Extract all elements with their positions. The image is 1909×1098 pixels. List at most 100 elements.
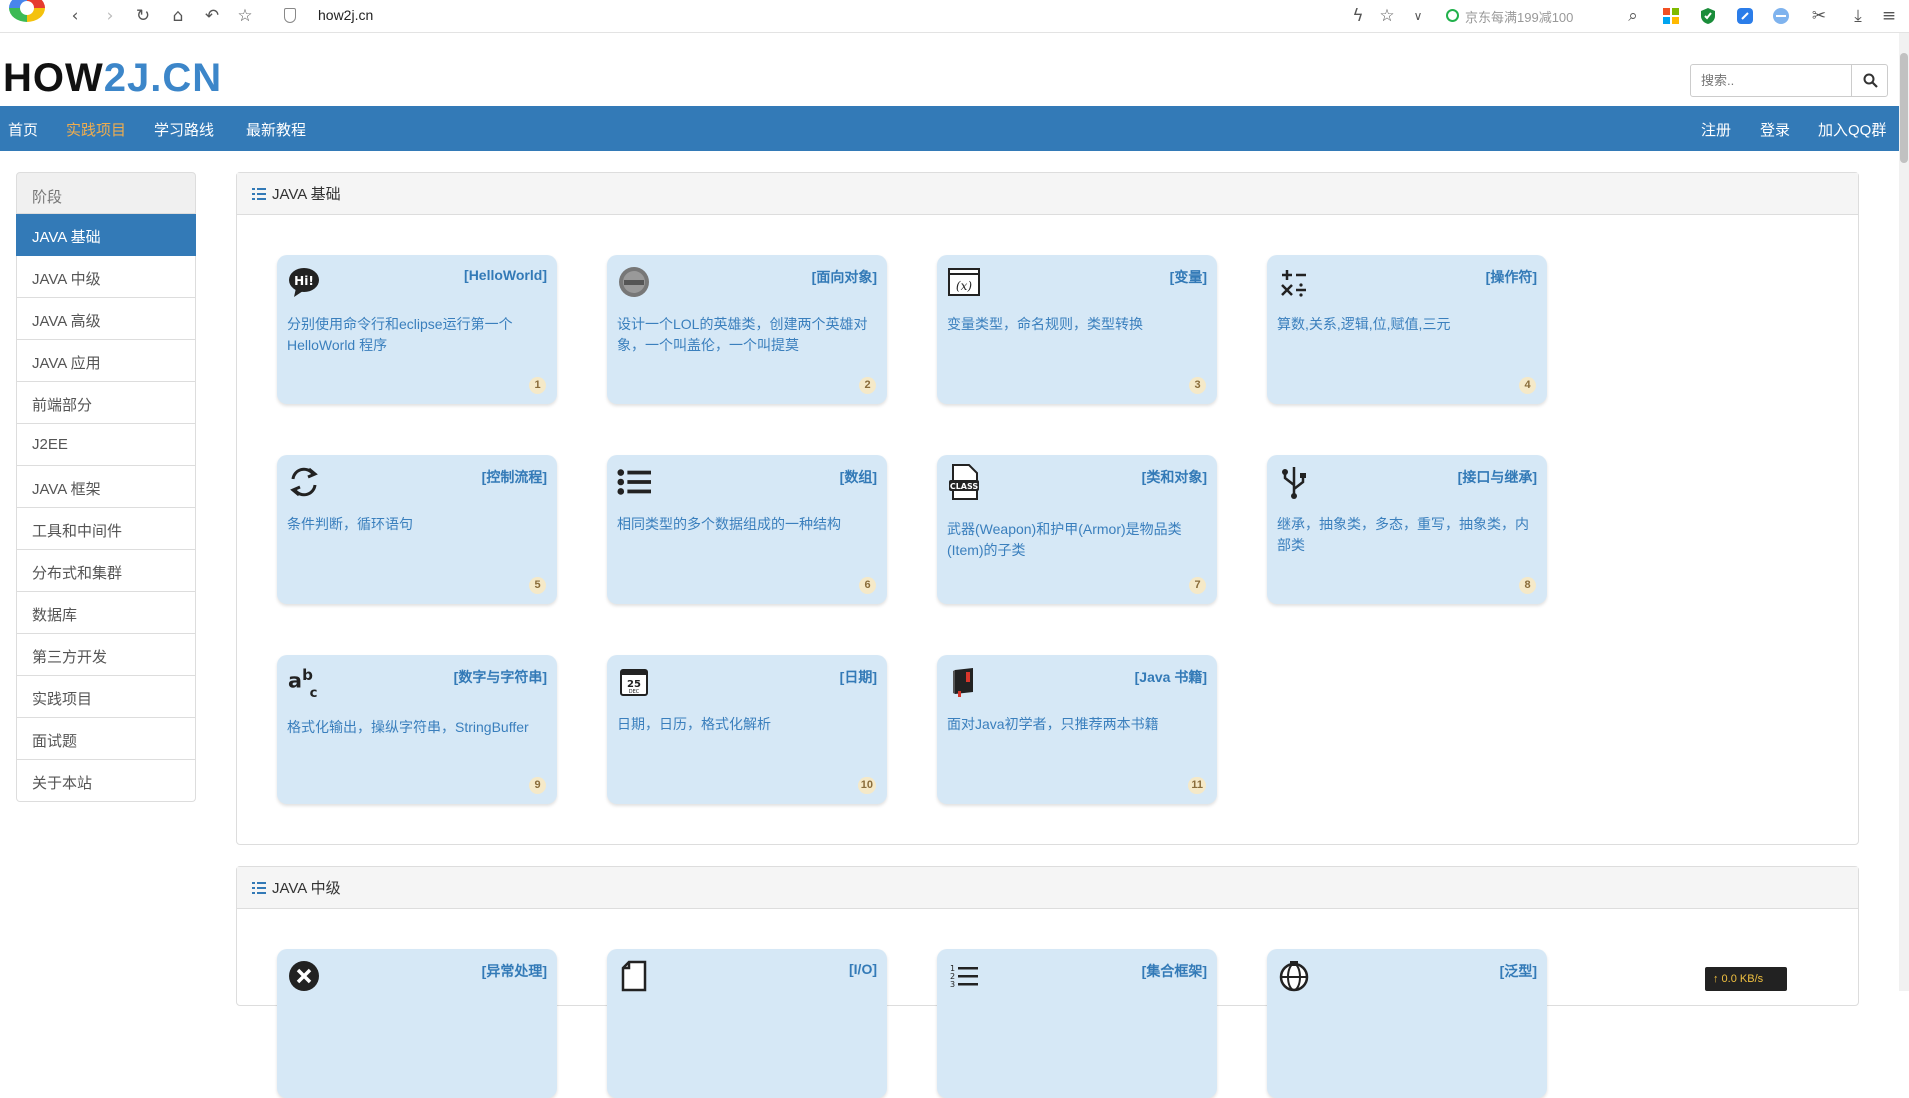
apps-grid-icon[interactable] [1658, 4, 1684, 28]
card-number-badge: 3 [1189, 377, 1206, 394]
extension-blue-icon[interactable] [1732, 4, 1758, 28]
card-helloworld[interactable]: Hi! [HelloWorld] 分别使用命令行和eclipse运行第一个Hel… [277, 255, 557, 404]
sidebar-item-java-basics[interactable]: JAVA 基础 [16, 214, 196, 256]
card-interfaces-inheritance[interactable]: [接口与继承] 继承，抽象类，多态，重写，抽象类，内部类 8 [1267, 455, 1547, 604]
card-exception-handling[interactable]: [异常处理] [277, 949, 557, 1098]
card-dates[interactable]: 25 DEC [日期] 日期，日历，格式化解析 10 [607, 655, 887, 804]
green-shield-icon[interactable] [1695, 4, 1721, 28]
promo-circle-icon [1446, 9, 1459, 22]
section-header: JAVA 基础 [237, 173, 1858, 215]
security-shield-icon[interactable] [284, 8, 296, 23]
card-tag: [数字与字符串] [453, 669, 547, 685]
nav-login[interactable]: 登录 [1760, 119, 1790, 140]
sidebar-item-database[interactable]: 数据库 [16, 592, 196, 634]
nav-practice-projects[interactable]: 实践项目 [66, 119, 126, 140]
class-file-icon: CLASS [947, 464, 981, 500]
main-nav: 首页 实践项目 学习路线 最新教程 注册 登录 加入QQ群 [0, 106, 1899, 151]
nav-join-qq-group[interactable]: 加入QQ群 [1818, 119, 1886, 140]
nav-learning-path[interactable]: 学习路线 [154, 119, 214, 140]
sidebar-item-interview[interactable]: 面试题 [16, 718, 196, 760]
logo-part-how: HOW [3, 56, 104, 100]
card-tag: [控制流程] [481, 469, 547, 485]
card-control-flow[interactable]: [控制流程] 条件判断，循环语句 5 [277, 455, 557, 604]
card-classes-objects[interactable]: CLASS [类和对象] 武器(Weapon)和护甲(Armor)是物品类(It… [937, 455, 1217, 604]
nav-home[interactable]: 首页 [8, 119, 38, 140]
sidebar-item-j2ee[interactable]: J2EE [16, 424, 196, 466]
card-tag: [类和对象] [1141, 469, 1207, 485]
logo-part-cn: .CN [150, 56, 223, 100]
file-io-icon [617, 959, 651, 993]
dropdown-chevron-icon[interactable]: ∨ [1405, 4, 1431, 28]
card-arrays[interactable]: [数组] 相同类型的多个数据组成的一种结构 6 [607, 455, 887, 604]
undo-icon[interactable]: ↶ [199, 4, 225, 28]
favorite-star-icon[interactable]: ☆ [1374, 4, 1400, 28]
lightning-icon[interactable]: ϟ [1345, 4, 1371, 28]
bookmark-star-icon[interactable]: ☆ [232, 4, 258, 28]
sidebar-item-distributed-cluster[interactable]: 分布式和集群 [16, 550, 196, 592]
card-tag: [异常处理] [481, 963, 547, 979]
sidebar-item-about[interactable]: 关于本站 [16, 760, 196, 802]
card-number-badge: 11 [1188, 777, 1206, 794]
card-operators[interactable]: [操作符] 算数,关系,逻辑,位,赋值,三元 4 [1267, 255, 1547, 404]
section-java-basics: JAVA 基础 Hi! [HelloWorld] 分别使用命令行和eclipse… [236, 172, 1859, 845]
back-icon[interactable]: ‹ [62, 4, 88, 28]
search-icon[interactable]: ⌕ [1620, 4, 1646, 28]
svg-text:a: a [288, 669, 302, 693]
card-object-oriented[interactable]: [面向对象] 设计一个LOL的英雄类，创建两个英雄对象，一个叫盖伦，一个叫提莫 … [607, 255, 887, 404]
search-icon [1863, 73, 1878, 88]
scissors-icon[interactable]: ✂ [1806, 4, 1832, 28]
error-x-icon [287, 959, 321, 993]
svg-text:Hi!: Hi! [294, 274, 314, 288]
card-tag: [数组] [839, 469, 877, 485]
sidebar-item-java-intermediate[interactable]: JAVA 中级 [16, 256, 196, 298]
card-tag: [HelloWorld] [464, 267, 547, 283]
sidebar-item-java-advanced[interactable]: JAVA 高级 [16, 298, 196, 340]
section-java-intermediate: JAVA 中级 [异常处理] [I/O] 123 [集合框架] [泛型] [236, 866, 1859, 1098]
stage-sidebar: 阶段 JAVA 基础 JAVA 中级 JAVA 高级 JAVA 应用 前端部分 … [16, 172, 196, 802]
card-io[interactable]: [I/O] [607, 949, 887, 1098]
nav-latest-tutorials[interactable]: 最新教程 [246, 119, 306, 140]
sidebar-item-third-party[interactable]: 第三方开发 [16, 634, 196, 676]
card-description: 日期，日历，格式化解析 [617, 716, 771, 732]
section-header: JAVA 中级 [237, 867, 1858, 909]
card-generics[interactable]: [泛型] [1267, 949, 1547, 1098]
card-description: 格式化输出，操纵字符串，StringBuffer [287, 719, 529, 735]
search-button[interactable] [1851, 65, 1888, 96]
scrollbar-thumb[interactable] [1900, 53, 1908, 163]
card-number-badge: 10 [857, 777, 876, 794]
promo-text[interactable]: 京东每满199减100 [1465, 7, 1573, 26]
globe-icon [1277, 959, 1311, 993]
sidebar-heading: 阶段 [16, 172, 196, 214]
svg-text:b: b [302, 666, 313, 684]
hi-speech-icon: Hi! [287, 265, 321, 299]
operators-icon [1277, 265, 1311, 299]
card-numbers-strings[interactable]: abc [数字与字符串] 格式化输出，操纵字符串，StringBuffer 9 [277, 655, 557, 804]
card-variables[interactable]: (x) [变量] 变量类型，命名规则，类型转换 3 [937, 255, 1217, 404]
minus-circle-icon[interactable] [1768, 4, 1794, 28]
search-input[interactable] [1691, 65, 1851, 96]
sidebar-item-tools-middleware[interactable]: 工具和中间件 [16, 508, 196, 550]
sidebar-item-practice-projects[interactable]: 实践项目 [16, 676, 196, 718]
reload-icon[interactable]: ↻ [130, 4, 156, 28]
address-bar-url[interactable]: how2j.cn [318, 7, 373, 23]
svg-text:DEC: DEC [629, 689, 640, 695]
sidebar-item-java-application[interactable]: JAVA 应用 [16, 340, 196, 382]
nav-register[interactable]: 注册 [1701, 119, 1731, 140]
card-tag: [I/O] [849, 961, 877, 977]
site-logo[interactable]: HOW2J.CN [3, 56, 222, 101]
sidebar-item-java-frameworks[interactable]: JAVA 框架 [16, 466, 196, 508]
sidebar-item-frontend[interactable]: 前端部分 [16, 382, 196, 424]
card-java-books[interactable]: [Java 书籍] 面对Java初学者，只推荐两本书籍 11 [937, 655, 1217, 804]
card-tag: [泛型] [1499, 963, 1537, 979]
menu-icon[interactable]: ≡ [1876, 4, 1902, 28]
download-icon[interactable]: ⤓ [1845, 4, 1871, 28]
svg-text:CLASS: CLASS [950, 482, 979, 491]
card-collections[interactable]: 123 [集合框架] [937, 949, 1217, 1098]
page-scrollbar[interactable] [1899, 33, 1909, 991]
home-icon[interactable]: ⌂ [165, 4, 191, 28]
forward-icon[interactable]: › [97, 4, 123, 28]
browser-logo-icon[interactable] [9, 0, 45, 22]
object-badge-icon [617, 265, 651, 299]
card-description: 条件判断，循环语句 [287, 516, 413, 532]
abc-letters-icon: abc [287, 665, 321, 700]
